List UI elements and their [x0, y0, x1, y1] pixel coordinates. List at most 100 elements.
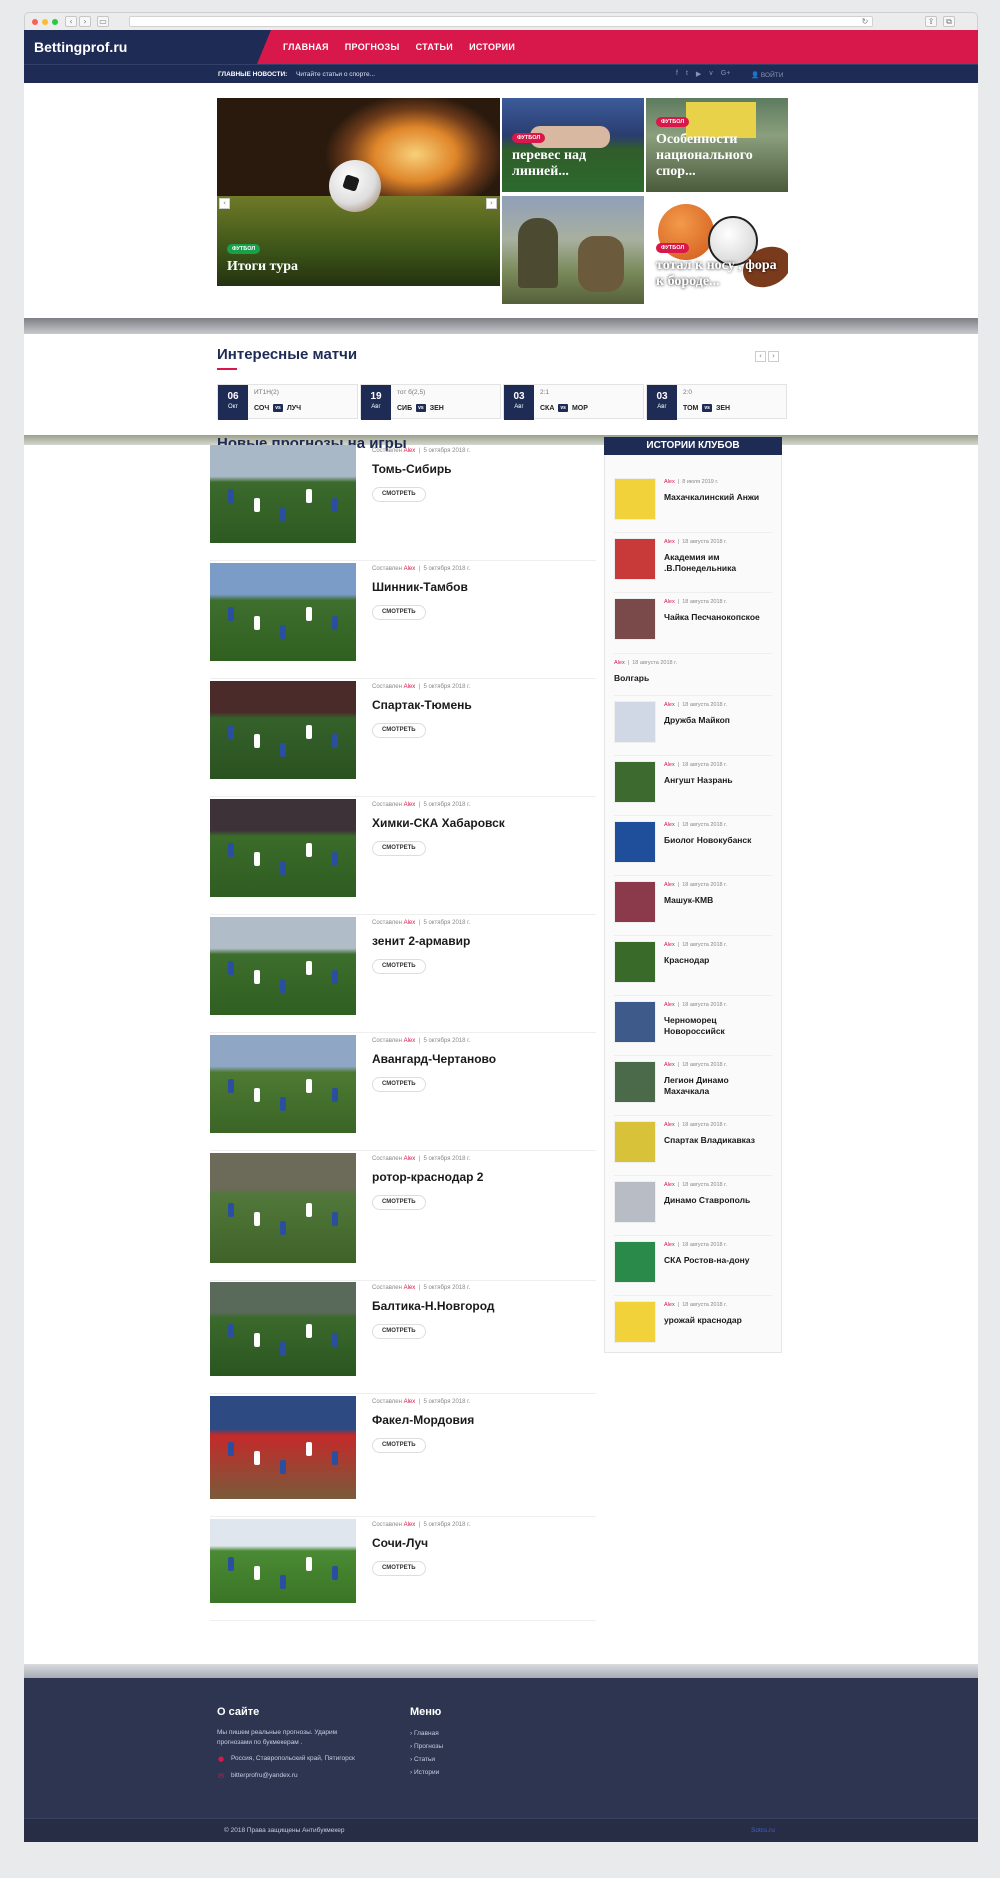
sidebar-toggle-icon[interactable]: ▭ [97, 16, 109, 27]
club-story-item[interactable]: Alex | 18 августа 2018 г. Краснодар [614, 941, 772, 985]
view-button[interactable]: СМОТРЕТЬ [372, 959, 426, 974]
club-name[interactable]: Динамо Ставрополь [664, 1195, 774, 1206]
post-title[interactable]: Томь-Сибирь [372, 462, 452, 476]
match-card[interactable]: 19 Авг тот б(2,5) СИБ vs ЗЕН [360, 384, 501, 420]
featured-card-3[interactable]: ФУТБОЛ Особенности национального спор... [646, 98, 788, 192]
close-window-icon[interactable] [32, 19, 38, 25]
featured-prev-arrow[interactable]: ‹ [219, 198, 230, 209]
footer-menu-item[interactable]: › Главная [410, 1730, 439, 1737]
view-button[interactable]: СМОТРЕТЬ [372, 1438, 426, 1453]
post-title[interactable]: Химки-СКА Хабаровск [372, 816, 505, 830]
news-text[interactable]: Читайте статьи о спорте... [296, 71, 375, 78]
club-name[interactable]: Академия им .В.Понедельника [664, 552, 774, 574]
post-title[interactable]: ротор-краснодар 2 [372, 1170, 483, 1184]
category-badge[interactable]: ФУТБОЛ [227, 244, 261, 254]
view-button[interactable]: СМОТРЕТЬ [372, 841, 426, 856]
featured-card-5[interactable]: ФУТБОЛ тотал к носу , фора к бороде... [646, 196, 788, 304]
twitter-icon[interactable]: t [686, 70, 688, 78]
club-name[interactable]: урожай краснодар [664, 1315, 774, 1326]
share-icon[interactable]: ⇪ [925, 16, 937, 27]
view-button[interactable]: СМОТРЕТЬ [372, 1077, 426, 1092]
club-name[interactable]: Махачкалинский Анжи [664, 492, 774, 503]
forward-arrow-icon[interactable]: › [79, 16, 91, 27]
club-name[interactable]: Чайка Песчанокопское [664, 612, 774, 623]
featured-title[interactable]: Особенности национального спор... [656, 132, 781, 180]
club-name[interactable]: Дружба Майкоп [664, 715, 774, 726]
developer-link[interactable]: Sotcs.ru [751, 1827, 775, 1834]
nav-stories[interactable]: ИСТОРИИ [469, 42, 515, 52]
post-title[interactable]: Шинник-Тамбов [372, 580, 468, 594]
footer-menu-item[interactable]: › Истории [410, 1769, 439, 1776]
minimize-window-icon[interactable] [42, 19, 48, 25]
google-plus-icon[interactable]: G+ [721, 70, 731, 78]
club-name[interactable]: Биолог Новокубанск [664, 835, 774, 846]
club-story-item[interactable]: Alex | 18 августа 2018 г. Машук-КМВ [614, 881, 772, 925]
facebook-icon[interactable]: f [676, 70, 678, 78]
club-story-item[interactable]: Alex | 18 августа 2018 г. Дружба Майкоп [614, 701, 772, 745]
view-button[interactable]: СМОТРЕТЬ [372, 1561, 426, 1576]
view-button[interactable]: СМОТРЕТЬ [372, 1324, 426, 1339]
post-title[interactable]: Сочи-Луч [372, 1536, 428, 1550]
view-button[interactable]: СМОТРЕТЬ [372, 487, 426, 502]
category-badge[interactable]: ФУТБОЛ [656, 243, 690, 253]
club-story-item[interactable]: Alex | 18 августа 2018 г. Ангушт Назрань [614, 761, 772, 805]
featured-title[interactable]: перевес над линией... [512, 148, 637, 180]
footer-menu-item[interactable]: › Статьи [410, 1756, 435, 1763]
club-name[interactable]: СКА Ростов-на-дону [664, 1255, 774, 1266]
club-story-item[interactable]: Alex | 18 августа 2018 г. СКА Ростов-на-д… [614, 1241, 772, 1285]
featured-title[interactable]: Итоги тура [227, 259, 298, 275]
post-title[interactable]: Авангард-Чертаново [372, 1052, 496, 1066]
matches-next-arrow[interactable]: › [768, 351, 779, 362]
club-name[interactable]: Краснодар [664, 955, 774, 966]
footer-menu-item[interactable]: › Прогнозы [410, 1743, 443, 1750]
view-button[interactable]: СМОТРЕТЬ [372, 1195, 426, 1210]
email-link[interactable]: bitterprofru@yandex.ru [231, 1771, 298, 1781]
club-story-item[interactable]: Alex | 18 августа 2018 г. Легион Динамо М… [614, 1061, 772, 1105]
post-title[interactable]: зенит 2-армавир [372, 934, 470, 948]
view-button[interactable]: СМОТРЕТЬ [372, 605, 426, 620]
vk-icon[interactable]: v [709, 70, 713, 78]
youtube-icon[interactable]: ▶ [696, 70, 701, 78]
login-link[interactable]: 👤 ВОЙТИ [751, 71, 783, 79]
club-story-item[interactable]: Alex | 18 августа 2018 г. Волгарь [614, 659, 772, 703]
club-name[interactable]: Волгарь [614, 673, 724, 684]
back-arrow-icon[interactable]: ‹ [65, 16, 77, 27]
matches-prev-arrow[interactable]: ‹ [755, 351, 766, 362]
address-bar[interactable] [129, 16, 873, 27]
club-story-item[interactable]: Alex | 18 августа 2018 г. Биолог Новокуба… [614, 821, 772, 865]
nav-articles[interactable]: СТАТЬИ [416, 42, 454, 52]
club-story-item[interactable]: Alex | 18 августа 2018 г. Спартак Владика… [614, 1121, 772, 1165]
club-story-item[interactable]: Alex | 18 августа 2018 г. Академия им .В.… [614, 538, 772, 582]
view-button[interactable]: СМОТРЕТЬ [372, 723, 426, 738]
club-story-item[interactable]: Alex | 18 августа 2018 г. урожай краснода… [614, 1301, 772, 1345]
club-name[interactable]: Машук-КМВ [664, 895, 774, 906]
featured-main[interactable]: ‹ › ФУТБОЛ Итоги тура [217, 98, 500, 286]
post-title[interactable]: Спартак-Тюмень [372, 698, 472, 712]
featured-card-4[interactable] [502, 196, 644, 304]
nav-predictions[interactable]: ПРОГНОЗЫ [345, 42, 400, 52]
player-figure [306, 1442, 312, 1456]
club-name[interactable]: Ангушт Назрань [664, 775, 774, 786]
nav-home[interactable]: ГЛАВНАЯ [283, 42, 329, 52]
post-title[interactable]: Факел-Мордовия [372, 1413, 474, 1427]
club-story-item[interactable]: Alex | 8 июля 2019 г. Махачкалинский Анжи [614, 478, 772, 522]
category-badge[interactable]: ФУТБОЛ [512, 133, 546, 143]
maximize-window-icon[interactable] [52, 19, 58, 25]
featured-title[interactable]: тотал к носу , фора к бороде... [656, 258, 786, 290]
post-title[interactable]: Балтика-Н.Новгород [372, 1299, 495, 1313]
site-logo[interactable]: Bettingprof.ru [34, 39, 127, 55]
reload-icon[interactable]: ↻ [859, 17, 871, 28]
club-story-item[interactable]: Alex | 18 августа 2018 г. Динамо Ставропо… [614, 1181, 772, 1225]
match-card[interactable]: 06 Окт ИТ1Н(2) СОЧ vs ЛУЧ [217, 384, 358, 420]
match-card[interactable]: 03 Авг 2:1 СКА vs МОР [503, 384, 644, 420]
featured-next-arrow[interactable]: › [486, 198, 497, 209]
club-name[interactable]: Черноморец Новороссийск [664, 1015, 774, 1037]
club-name[interactable]: Спартак Владикавказ [664, 1135, 774, 1146]
club-story-item[interactable]: Alex | 18 августа 2018 г. Чайка Песчаноко… [614, 598, 772, 642]
club-story-item[interactable]: Alex | 18 августа 2018 г. Черноморец Ново… [614, 1001, 772, 1045]
club-name[interactable]: Легион Динамо Махачкала [664, 1075, 774, 1097]
match-card[interactable]: 03 Авг 2:0 ТОМ vs ЗЕН [646, 384, 787, 420]
featured-card-2[interactable]: ФУТБОЛ перевес над линией... [502, 98, 644, 192]
category-badge[interactable]: ФУТБОЛ [656, 117, 690, 127]
tabs-icon[interactable]: ⧉ [943, 16, 955, 27]
